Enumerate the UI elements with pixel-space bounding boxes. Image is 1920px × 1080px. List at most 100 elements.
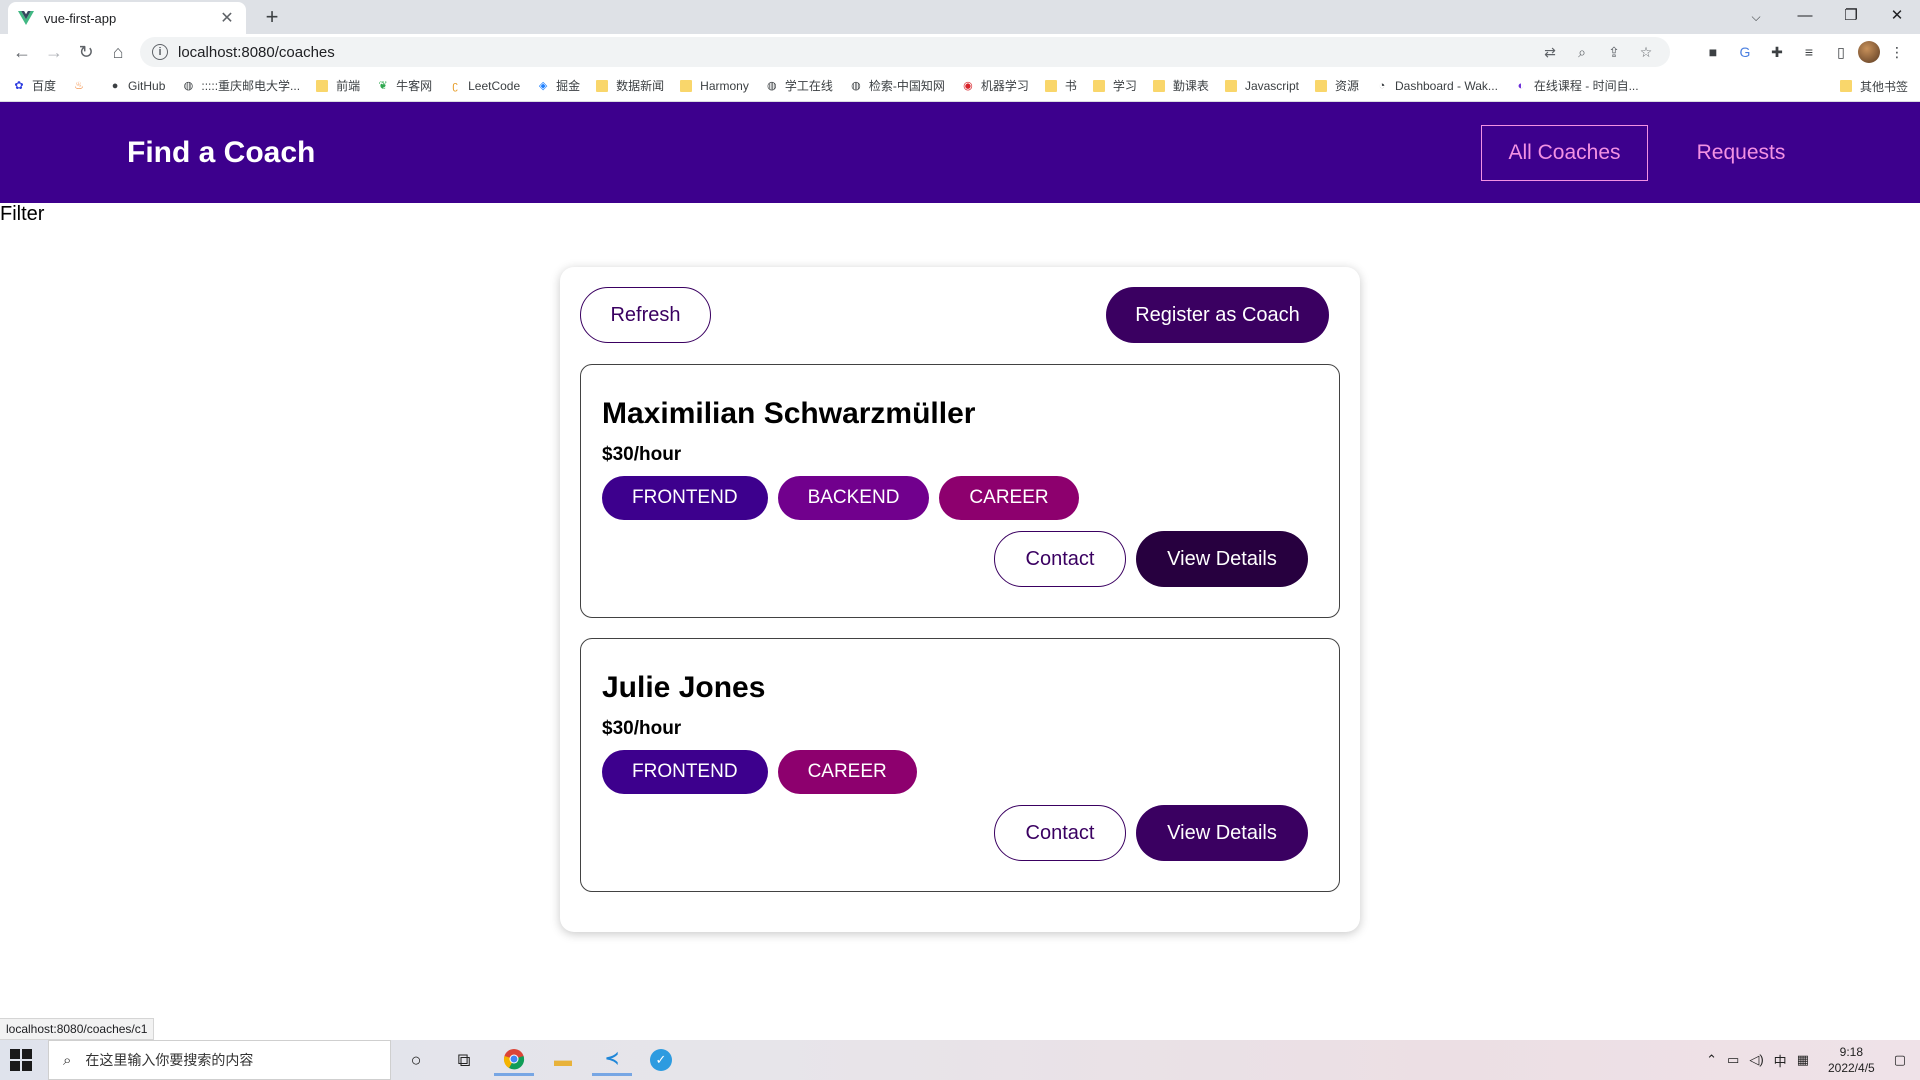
reload-icon[interactable]: ↻ xyxy=(70,36,102,68)
leetcode-icon: ʗ xyxy=(452,79,458,92)
bookmark-folder[interactable]: 书 xyxy=(1044,77,1077,94)
bookmark-folder[interactable]: 勤课表 xyxy=(1152,77,1209,94)
folder-icon xyxy=(316,79,329,92)
bookmark-item[interactable]: ◍:::::重庆邮电大学... xyxy=(181,77,301,94)
address-bar[interactable]: i localhost:8080/coaches ⇄ ⌕ ⇪ ☆ xyxy=(140,37,1670,67)
ml-icon: ◉ xyxy=(963,80,973,92)
bookmark-folder[interactable]: 资源 xyxy=(1314,77,1359,94)
bookmark-star-icon[interactable]: ☆ xyxy=(1632,40,1660,64)
nav-requests[interactable]: Requests xyxy=(1676,125,1806,181)
reading-list-icon[interactable]: ≡ xyxy=(1794,36,1824,68)
badge-frontend: FRONTEND xyxy=(602,476,768,520)
browser-tab[interactable]: vue-first-app ✕ xyxy=(8,2,246,34)
bookmark-folder[interactable]: 数据新闻 xyxy=(596,77,664,94)
network-icon[interactable]: ▭ xyxy=(1727,1052,1739,1068)
bookmark-item[interactable]: ✿ 百度 xyxy=(12,77,56,94)
bookmark-item[interactable]: ◐ 在线课程 - 时间自... xyxy=(1514,77,1639,94)
vue-logo-icon xyxy=(18,10,34,26)
back-icon[interactable]: ← xyxy=(6,36,38,68)
bookmark-folder[interactable]: Harmony xyxy=(680,79,749,93)
bookmark-item[interactable]: ● GitHub xyxy=(108,79,166,93)
folder-icon xyxy=(1314,79,1327,92)
vscode-icon[interactable]: ≺ xyxy=(592,1044,632,1076)
nav-all-coaches[interactable]: All Coaches xyxy=(1481,125,1648,181)
forward-icon[interactable]: → xyxy=(38,36,70,68)
bookmark-item[interactable]: ♨ xyxy=(72,79,92,93)
coach-rate: $30/hour xyxy=(602,444,682,465)
search-icon: ⌕ xyxy=(63,1051,72,1069)
window-controls: — ❐ ✕ xyxy=(1782,0,1920,30)
folder-icon xyxy=(1092,79,1105,92)
clock-date: 2022/4/5 xyxy=(1827,1061,1875,1075)
badge-frontend: FRONTEND xyxy=(602,750,768,794)
tab-search-icon[interactable]: ⌵ xyxy=(1742,4,1770,30)
flame-icon: ♨ xyxy=(74,80,84,92)
extension-icon[interactable]: ■ xyxy=(1698,36,1728,68)
area-badges: FRONTEND CAREER xyxy=(602,750,917,794)
keyboard-icon[interactable]: ▦ xyxy=(1797,1052,1809,1068)
badge-career: CAREER xyxy=(777,750,917,794)
contact-button[interactable]: Contact xyxy=(994,805,1126,861)
bookmark-item[interactable]: ʗ LeetCode xyxy=(448,79,520,93)
baidu-icon: ✿ xyxy=(14,80,24,92)
close-window-icon[interactable]: ✕ xyxy=(1874,0,1920,30)
bookmark-item[interactable]: ◉ 机器学习 xyxy=(961,77,1029,94)
share-icon[interactable]: ⇪ xyxy=(1600,40,1628,64)
bookmark-item[interactable]: ◈ 掘金 xyxy=(536,77,580,94)
taskbar-search-placeholder: 在这里输入你要搜索的内容 xyxy=(85,1052,254,1068)
chrome-icon[interactable] xyxy=(494,1044,534,1076)
bookmark-item[interactable]: ❦ 牛客网 xyxy=(376,77,432,94)
app-title[interactable]: Find a Coach xyxy=(127,136,315,170)
register-coach-button[interactable]: Register as Coach xyxy=(1106,287,1329,343)
folder-icon xyxy=(1152,79,1165,92)
area-badges: FRONTEND BACKEND CAREER xyxy=(602,476,1079,520)
file-explorer-icon[interactable]: ▬ xyxy=(543,1044,583,1076)
bookmark-item[interactable]: ◍ 检索-中国知网 xyxy=(849,77,945,94)
ime-indicator[interactable]: 中 xyxy=(1774,1051,1787,1070)
coach-item: Maximilian Schwarzmüller $30/hour FRONTE… xyxy=(580,364,1340,618)
course-icon: ◐ xyxy=(1517,79,1525,92)
windows-start-icon[interactable] xyxy=(10,1049,32,1071)
refresh-button[interactable]: Refresh xyxy=(580,287,711,343)
zoom-icon[interactable]: ⌕ xyxy=(1568,40,1596,64)
minimize-icon[interactable]: — xyxy=(1782,0,1828,30)
folder-icon xyxy=(1044,79,1057,92)
puzzle-icon[interactable]: ✚ xyxy=(1762,36,1792,68)
new-tab-button[interactable]: + xyxy=(258,4,286,32)
clock[interactable]: 9:18 2022/4/5 xyxy=(1828,1044,1875,1076)
notifications-icon[interactable]: ▢ xyxy=(1894,1052,1906,1068)
volume-icon[interactable]: ◁) xyxy=(1749,1052,1763,1068)
task-view-icon[interactable]: ⧉ xyxy=(444,1044,484,1076)
browser-toolbar: ← → ↻ ⌂ i localhost:8080/coaches ⇄ ⌕ ⇪ ☆… xyxy=(0,34,1920,70)
profile-avatar[interactable] xyxy=(1858,41,1880,63)
tray-expand-icon[interactable]: ⌃ xyxy=(1706,1052,1717,1068)
view-details-button[interactable]: View Details xyxy=(1136,531,1308,587)
system-tray: ⌃ ▭ ◁) 中 ▦ 9:18 2022/4/5 ▢ xyxy=(1701,1040,1920,1080)
taskbar-search-input[interactable]: ⌕ 在这里输入你要搜索的内容 xyxy=(48,1040,391,1080)
menu-icon[interactable]: ⋮ xyxy=(1882,36,1912,68)
bookmark-item[interactable]: ◔ Dashboard - Wak... xyxy=(1375,79,1498,93)
side-panel-icon[interactable]: ▯ xyxy=(1826,36,1856,68)
tab-close-icon[interactable]: ✕ xyxy=(218,8,236,28)
coach-name: Maximilian Schwarzmüller xyxy=(602,397,976,430)
bookmark-item[interactable]: ◍ 学工在线 xyxy=(765,77,833,94)
translate-ext-icon[interactable]: G xyxy=(1730,36,1760,68)
folder-icon xyxy=(680,79,693,92)
nowcoder-icon: ❦ xyxy=(378,80,388,92)
view-details-button[interactable]: View Details xyxy=(1136,805,1308,861)
translate-icon[interactable]: ⇄ xyxy=(1536,40,1564,64)
app-check-icon[interactable]: ✓ xyxy=(641,1044,681,1076)
site-info-icon[interactable]: i xyxy=(152,44,168,60)
wakatime-icon: ◔ xyxy=(1378,79,1386,92)
folder-icon xyxy=(596,79,609,92)
bookmark-folder[interactable]: 学习 xyxy=(1092,77,1137,94)
other-bookmarks[interactable]: 其他书签 xyxy=(1839,70,1908,101)
link-status-bar: localhost:8080/coaches/c1 xyxy=(0,1018,155,1040)
home-icon[interactable]: ⌂ xyxy=(102,36,134,68)
bookmark-folder[interactable]: Javascript xyxy=(1224,79,1299,93)
browser-tabstrip: vue-first-app ✕ + ⌵ — ❐ ✕ xyxy=(0,0,1920,34)
contact-button[interactable]: Contact xyxy=(994,531,1126,587)
cortana-icon[interactable]: ○ xyxy=(396,1044,436,1076)
bookmark-folder[interactable]: 前端 xyxy=(316,77,360,94)
restore-icon[interactable]: ❐ xyxy=(1828,0,1874,30)
